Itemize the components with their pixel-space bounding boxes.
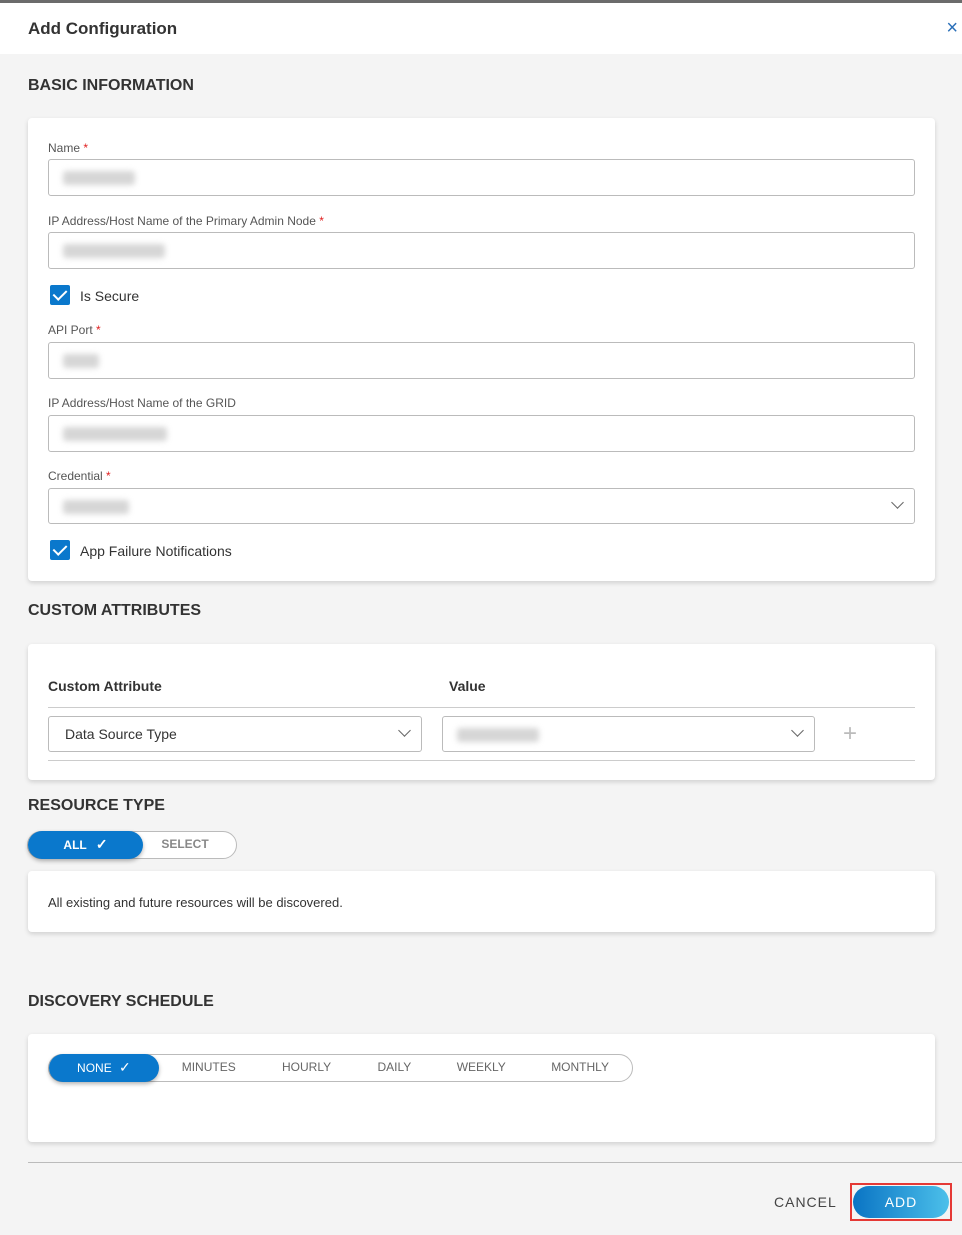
name-label: Name *	[48, 141, 88, 155]
resource-option-all[interactable]: ALL ✓	[28, 831, 143, 859]
custom-attributes-card: Custom Attribute Value Data Source Type …	[28, 644, 935, 780]
dialog-title: Add Configuration	[28, 19, 177, 39]
grid-label: IP Address/Host Name of the GRID	[48, 396, 236, 410]
schedule-option-hourly[interactable]: HOURLY	[259, 1054, 355, 1082]
col-custom-attribute: Custom Attribute	[48, 678, 162, 694]
name-input[interactable]	[48, 159, 915, 196]
chevron-down-icon	[791, 724, 804, 737]
ip-input[interactable]	[48, 232, 915, 269]
dialog-header: Add Configuration ×	[0, 3, 962, 54]
check-icon: ✓	[119, 1059, 131, 1075]
cancel-button[interactable]: CANCEL	[774, 1194, 837, 1210]
col-value: Value	[449, 678, 486, 694]
ip-label: IP Address/Host Name of the Primary Admi…	[48, 214, 324, 228]
close-icon[interactable]: ×	[946, 17, 958, 40]
check-icon: ✓	[96, 836, 108, 852]
is-secure-checkbox[interactable]	[50, 285, 70, 305]
schedule-card: NONE ✓ MINUTES HOURLY DAILY WEEKLY MONTH…	[28, 1034, 935, 1142]
credential-select[interactable]	[48, 488, 915, 524]
schedule-option-weekly[interactable]: WEEKLY	[434, 1054, 528, 1082]
add-attribute-icon[interactable]: +	[843, 720, 857, 748]
resource-description: All existing and future resources will b…	[48, 895, 343, 910]
section-basic-information: BASIC INFORMATION	[28, 77, 194, 95]
schedule-option-monthly[interactable]: MONTHLY	[528, 1054, 632, 1082]
port-input[interactable]	[48, 342, 915, 379]
schedule-option-minutes[interactable]: MINUTES	[159, 1054, 259, 1082]
resource-type-toggle: ALL ✓ SELECT	[27, 831, 237, 859]
basic-info-card: Name * IP Address/Host Name of the Prima…	[28, 118, 935, 581]
chevron-down-icon	[891, 496, 904, 509]
credential-label: Credential *	[48, 469, 111, 483]
add-button[interactable]: ADD	[853, 1186, 949, 1218]
schedule-option-none[interactable]: NONE ✓	[49, 1054, 159, 1082]
footer-divider	[28, 1162, 962, 1163]
value-select[interactable]	[442, 716, 815, 752]
app-failure-checkbox[interactable]	[50, 540, 70, 560]
custom-attribute-select[interactable]: Data Source Type	[48, 716, 422, 752]
add-button-highlight: ADD	[850, 1183, 952, 1221]
section-discovery-schedule: DISCOVERY SCHEDULE	[28, 993, 214, 1011]
resource-option-select[interactable]: SELECT	[143, 831, 227, 859]
chevron-down-icon	[398, 724, 411, 737]
resource-description-card: All existing and future resources will b…	[28, 871, 935, 932]
port-label: API Port *	[48, 323, 101, 337]
section-custom-attributes: CUSTOM ATTRIBUTES	[28, 602, 201, 620]
schedule-toggle: NONE ✓ MINUTES HOURLY DAILY WEEKLY MONTH…	[48, 1054, 633, 1082]
section-resource-type: RESOURCE TYPE	[28, 797, 165, 815]
grid-input[interactable]	[48, 415, 915, 452]
app-failure-label: App Failure Notifications	[80, 543, 232, 559]
is-secure-label: Is Secure	[80, 288, 139, 304]
schedule-option-daily[interactable]: DAILY	[354, 1054, 434, 1082]
